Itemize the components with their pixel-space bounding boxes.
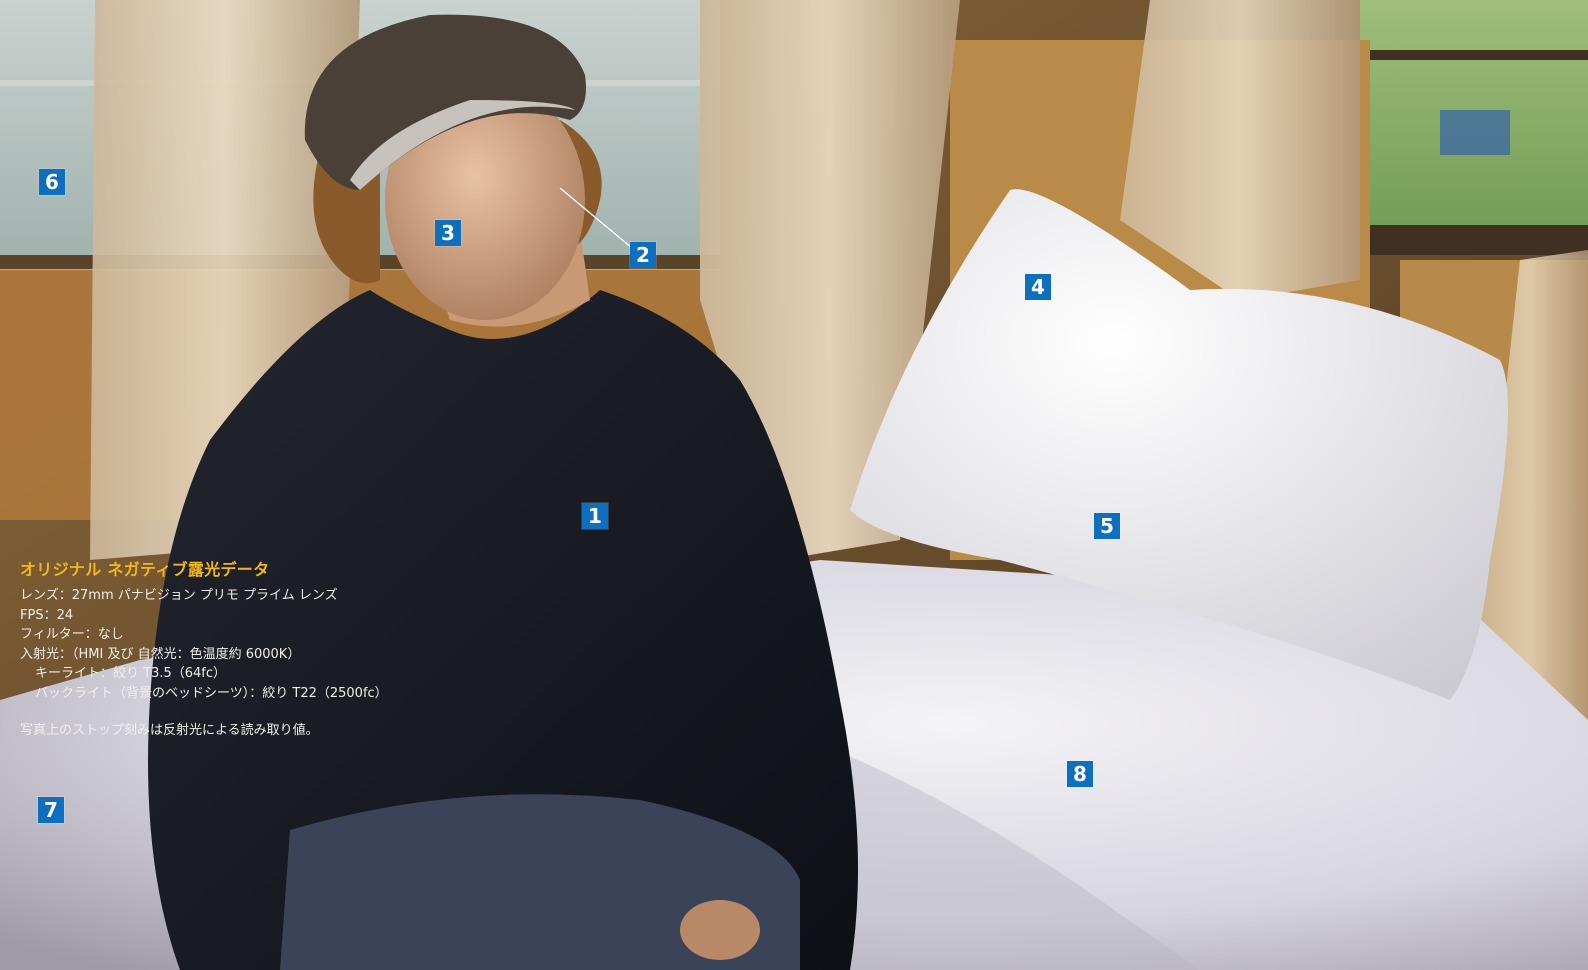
stop-marker-1: 1 xyxy=(582,503,608,529)
lens-line: レンズ：27mm パナビジョン プリモ プライム レンズ xyxy=(20,588,338,603)
key-light-line: キーライト：絞り T3.5（64fc） xyxy=(35,666,227,681)
fps-line: FPS：24 xyxy=(20,607,74,623)
stop-marker-3: 3 xyxy=(435,220,461,246)
filter-line: フィルター：なし xyxy=(20,627,124,642)
stop-marker-5: 5 xyxy=(1094,513,1120,539)
stop-marker-4: 4 xyxy=(1025,274,1051,300)
scene-photo xyxy=(0,0,1588,970)
stop-marker-7: 7 xyxy=(38,797,64,823)
incident-line: 入射光：（HMI 及び 自然光：色温度約 6000K） xyxy=(20,646,301,662)
note-line: 写真上のストップ刻みは反射光による読み取り値。 xyxy=(20,723,319,738)
stop-marker-6: 6 xyxy=(39,169,65,195)
exposure-info-panel: オリジナル ネガティブ露光データ レンズ：27mm パナビジョン プリモ プライ… xyxy=(20,556,450,741)
exposure-info-title: オリジナル ネガティブ露光データ xyxy=(20,560,270,579)
stop-marker-2: 2 xyxy=(630,242,656,268)
stop-marker-8: 8 xyxy=(1067,761,1093,787)
back-light-line: バックライト（背景のベッドシーツ）：絞り T22（2500fc） xyxy=(35,685,388,701)
photo-stage: 1 2 3 4 5 6 7 8 オリジナル ネガティブ露光データ レンズ：27m… xyxy=(0,0,1588,970)
